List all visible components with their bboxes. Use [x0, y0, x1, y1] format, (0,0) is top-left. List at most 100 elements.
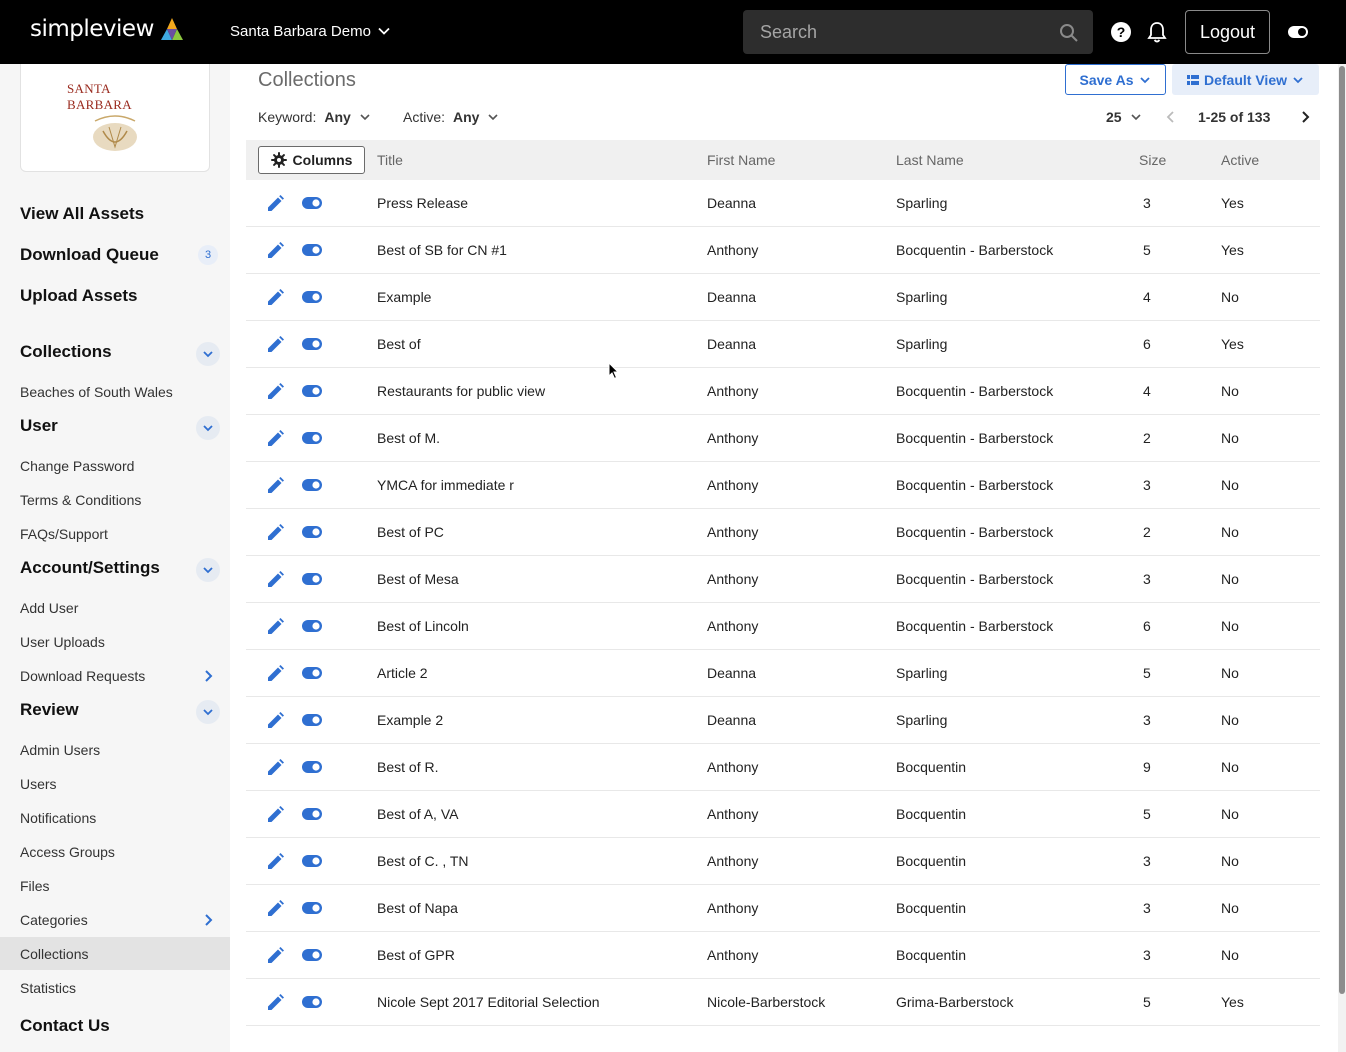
column-header-active[interactable]: Active	[1221, 152, 1259, 168]
edit-pencil-icon[interactable]	[265, 758, 285, 778]
chevron-down-icon[interactable]	[196, 700, 220, 724]
column-header-first-name[interactable]: First Name	[707, 152, 775, 168]
cell-title[interactable]: Nicole Sept 2017 Editorial Selection	[377, 994, 600, 1010]
cell-title[interactable]: Best of	[377, 336, 421, 352]
simpleview-logo[interactable]: simpleview	[30, 16, 186, 42]
toggle-icon[interactable]	[301, 572, 323, 586]
nav-notifications[interactable]: Notifications	[20, 810, 96, 826]
chevron-right-icon[interactable]	[1299, 110, 1311, 124]
columns-button[interactable]: Columns	[258, 146, 365, 174]
keyword-filter[interactable]: Keyword: Any	[258, 109, 371, 125]
nav-collections[interactable]: Collections	[20, 946, 88, 962]
edit-pencil-icon[interactable]	[265, 899, 285, 919]
table-row[interactable]: Best of Mesa Anthony Bocquentin - Barberst…	[246, 556, 1320, 603]
table-row[interactable]: Best of PC Anthony Bocquentin - Barberstoc…	[246, 509, 1320, 556]
nav-beaches-of-south-wales[interactable]: Beaches of South Wales	[20, 384, 173, 400]
table-row[interactable]: Best of Deanna Sparling 6 Yes	[246, 321, 1320, 368]
cell-title[interactable]: Best of Mesa	[377, 571, 459, 587]
column-header-last-name[interactable]: Last Name	[896, 152, 964, 168]
toggle-icon[interactable]	[301, 854, 323, 868]
table-row[interactable]: Nicole Sept 2017 Editorial Selection Nico…	[246, 979, 1320, 1026]
active-filter[interactable]: Active: Any	[403, 109, 499, 125]
cell-title[interactable]: Restaurants for public view	[377, 383, 545, 399]
edit-pencil-icon[interactable]	[265, 664, 285, 684]
edit-pencil-icon[interactable]	[265, 805, 285, 825]
cell-title[interactable]: Press Release	[377, 195, 468, 211]
section-review-title[interactable]: Review	[20, 700, 79, 720]
toggle-icon[interactable]	[301, 619, 323, 633]
section-collections-title[interactable]: Collections	[20, 342, 112, 362]
toggle-icon[interactable]	[301, 807, 323, 821]
table-row[interactable]: Best of Napa Anthony Bocquentin 3 No	[246, 885, 1320, 932]
edit-pencil-icon[interactable]	[265, 429, 285, 449]
chevron-down-icon[interactable]	[196, 342, 220, 366]
toggle-icon[interactable]	[301, 760, 323, 774]
edit-pencil-icon[interactable]	[265, 476, 285, 496]
toggle-icon[interactable]	[301, 901, 323, 915]
table-row[interactable]: Best of GPR Anthony Bocquentin 3 No	[246, 932, 1320, 979]
table-row[interactable]: Example Deanna Sparling 4 No	[246, 274, 1320, 321]
toggle-icon[interactable]	[301, 243, 323, 257]
save-as-button[interactable]: Save As	[1065, 64, 1166, 95]
default-view-dropdown[interactable]: Default View	[1172, 64, 1319, 95]
cell-title[interactable]: Best of Napa	[377, 900, 458, 916]
nav-terms-conditions[interactable]: Terms & Conditions	[20, 492, 141, 508]
edit-pencil-icon[interactable]	[265, 523, 285, 543]
table-row[interactable]: Best of R. Anthony Bocquentin 9 No	[246, 744, 1320, 791]
section-account-settings-title[interactable]: Account/Settings	[20, 558, 160, 578]
nav-access-groups[interactable]: Access Groups	[20, 844, 115, 860]
cell-title[interactable]: Best of Lincoln	[377, 618, 469, 634]
nav-faqs-support[interactable]: FAQs/Support	[20, 526, 108, 542]
toggle-icon[interactable]	[301, 290, 323, 304]
toggle-icon[interactable]	[301, 384, 323, 398]
edit-pencil-icon[interactable]	[265, 852, 285, 872]
table-row[interactable]: Example 2 Deanna Sparling 3 No	[246, 697, 1320, 744]
toggle-icon[interactable]	[301, 196, 323, 210]
toggle-icon[interactable]	[301, 666, 323, 680]
toggle-icon[interactable]	[301, 995, 323, 1009]
toggle-icon[interactable]	[301, 478, 323, 492]
chevron-right-icon[interactable]	[202, 669, 214, 683]
scrollbar-thumb[interactable]	[1339, 66, 1345, 994]
nav-add-user[interactable]: Add User	[20, 600, 78, 616]
nav-download-queue[interactable]: Download Queue	[20, 245, 159, 265]
scrollbar[interactable]	[1338, 64, 1346, 1052]
nav-statistics[interactable]: Statistics	[20, 980, 76, 996]
cell-title[interactable]: Example	[377, 289, 431, 305]
table-row[interactable]: Best of M. Anthony Bocquentin - Barberstoc…	[246, 415, 1320, 462]
cell-title[interactable]: Article 2	[377, 665, 428, 681]
edit-pencil-icon[interactable]	[265, 382, 285, 402]
search-icon[interactable]	[1059, 23, 1079, 43]
page-size-select[interactable]: 25	[1106, 109, 1142, 125]
site-selector-label[interactable]: Santa Barbara Demo	[230, 23, 371, 40]
toggle-icon[interactable]	[301, 948, 323, 962]
cell-title[interactable]: Best of M.	[377, 430, 440, 446]
cell-title[interactable]: YMCA for immediate r	[377, 477, 514, 493]
edit-pencil-icon[interactable]	[265, 241, 285, 261]
nav-user-uploads[interactable]: User Uploads	[20, 634, 105, 650]
table-row[interactable]: Best of C. , TN Anthony Bocquentin 3 No	[246, 838, 1320, 885]
search-input[interactable]	[743, 21, 1043, 43]
chevron-right-icon[interactable]	[202, 913, 214, 927]
chevron-down-icon[interactable]	[196, 416, 220, 440]
edit-pencil-icon[interactable]	[265, 194, 285, 214]
nav-change-password[interactable]: Change Password	[20, 458, 134, 474]
nav-contact-us[interactable]: Contact Us	[20, 1016, 110, 1036]
help-icon[interactable]: ?	[1110, 21, 1132, 43]
column-header-title[interactable]: Title	[377, 152, 403, 168]
cell-title[interactable]: Best of C. , TN	[377, 853, 469, 869]
table-row[interactable]: Best of Lincoln Anthony Bocquentin - Barbe…	[246, 603, 1320, 650]
theme-toggle-icon[interactable]	[1287, 25, 1309, 39]
nav-admin-users[interactable]: Admin Users	[20, 742, 100, 758]
table-row[interactable]: Best of SB for CN #1 Anthony Bocquentin - …	[246, 227, 1320, 274]
nav-users[interactable]: Users	[20, 776, 57, 792]
cell-title[interactable]: Best of SB for CN #1	[377, 242, 507, 258]
chevron-left-icon[interactable]	[1165, 110, 1177, 124]
chevron-down-icon[interactable]	[196, 558, 220, 582]
column-header-size[interactable]: Size	[1139, 152, 1166, 168]
edit-pencil-icon[interactable]	[265, 570, 285, 590]
toggle-icon[interactable]	[301, 431, 323, 445]
chevron-down-icon[interactable]	[377, 24, 391, 38]
nav-files[interactable]: Files	[20, 878, 50, 894]
table-row[interactable]: Article 2 Deanna Sparling 5 No	[246, 650, 1320, 697]
